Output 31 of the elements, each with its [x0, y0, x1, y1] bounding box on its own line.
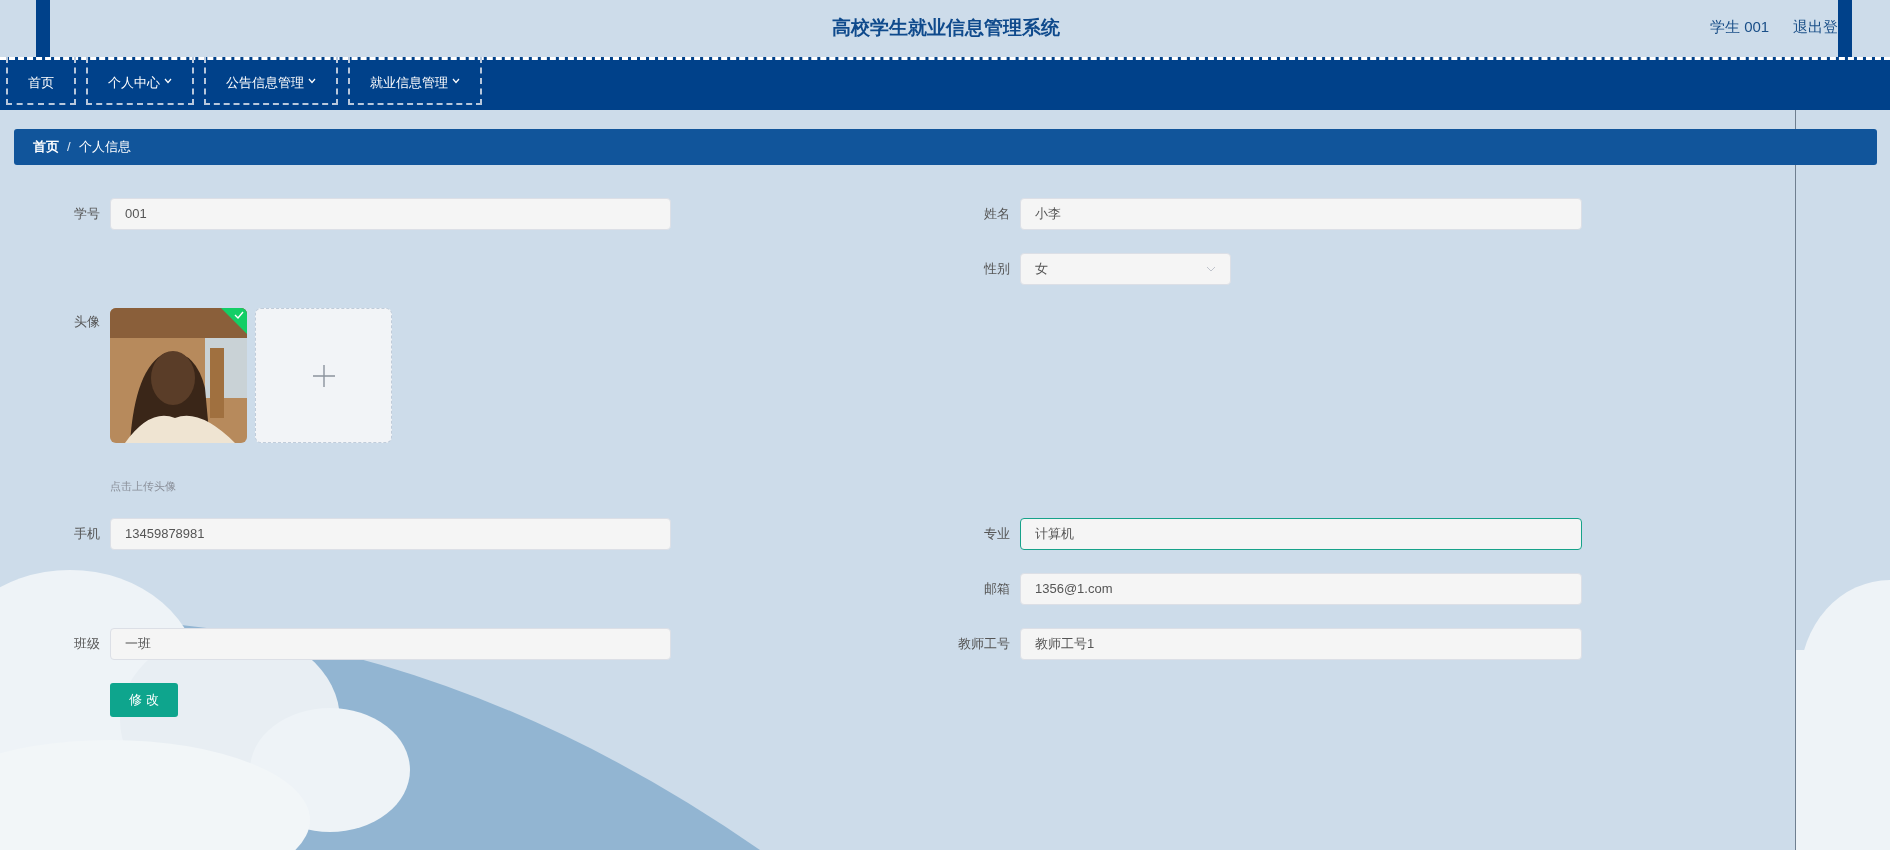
- field-label: 性别: [983, 260, 1010, 278]
- field-label: 班级: [73, 634, 100, 653]
- field-label: 邮箱: [983, 579, 1010, 598]
- field-label: 专业: [983, 524, 1010, 543]
- breadcrumb-separator: /: [67, 138, 71, 157]
- nav-tab[interactable]: 就业信息管理: [348, 57, 482, 105]
- field-label: 头像: [73, 313, 100, 331]
- breadcrumb-current: 个人信息: [78, 138, 131, 157]
- input-field[interactable]: 13459878981: [110, 517, 671, 550]
- field-label: 手机: [73, 524, 100, 543]
- input-field[interactable]: 小李: [1020, 198, 1582, 230]
- input-field[interactable]: 001: [110, 198, 671, 230]
- select-field[interactable]: 女: [1020, 253, 1231, 285]
- input-field[interactable]: 教师工号1: [1020, 627, 1582, 660]
- field-label: 姓名: [983, 205, 1010, 223]
- input-field[interactable]: 1356@1.com: [1020, 572, 1582, 605]
- nav-tab[interactable]: 首页: [6, 57, 76, 105]
- input-field[interactable]: 一班: [110, 627, 671, 660]
- field-label: 学号: [73, 205, 100, 223]
- nav-tab[interactable]: 公告信息管理: [204, 57, 338, 105]
- logout-link[interactable]: 退出登: [1793, 16, 1839, 39]
- chevron-down-icon: [1206, 266, 1216, 272]
- input-field[interactable]: 计算机: [1020, 517, 1582, 550]
- field-label: 教师工号: [957, 634, 1010, 653]
- plus-icon: [312, 364, 335, 387]
- upload-box[interactable]: [255, 308, 392, 443]
- user-link[interactable]: 学生 001: [1710, 16, 1770, 39]
- upload-hint: 点击上传头像: [110, 479, 177, 494]
- app-title: 高校学生就业信息管理系统: [832, 16, 1060, 40]
- nav-tab[interactable]: 个人中心: [86, 57, 194, 105]
- breadcrumb-link[interactable]: 首页: [33, 137, 59, 157]
